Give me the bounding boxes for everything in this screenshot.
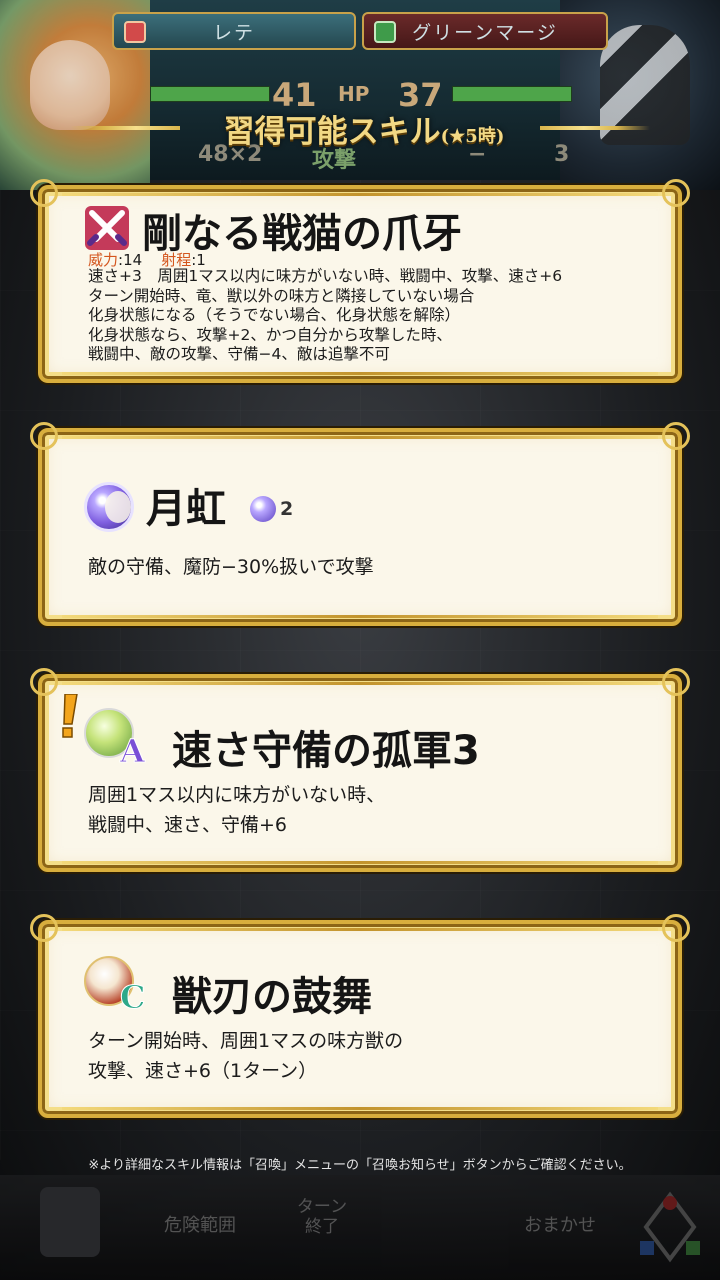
skills-banner: 習得可能スキル(★5時) [70, 104, 650, 154]
crossed-swords-icon [85, 206, 129, 250]
end-turn-line1: ターン [296, 1197, 348, 1217]
description-line: ターン開始時、竜、獣以外の味方と隣接していない場合 [88, 286, 475, 305]
banner-subtitle: (★5時) [440, 126, 505, 147]
card-ornament [62, 682, 658, 685]
weapon-skill-description: 速さ+3 周囲1マス以内に味方がいない時、戦闘中、攻撃、速さ+6 ターン開始時、… [88, 267, 562, 365]
card-ornament [62, 615, 658, 618]
description-line: 化身状態なら、攻撃+2、かつ自分から攻撃した時、 [88, 325, 452, 344]
special-skill-name: 月虹 [146, 486, 226, 532]
slot-c-badge: C [119, 978, 146, 1017]
right-unit-name-tab: グリーンマージ [362, 12, 608, 50]
description-line: 攻撃、速さ+6（1ターン） [88, 1060, 318, 1082]
description-line: 周囲1マス以内に味方がいない時、 [88, 784, 386, 806]
passive-c-skill-name: 獣刃の鼓舞 [172, 974, 372, 1020]
cooldown-icon [250, 496, 276, 522]
card-ornament [62, 436, 658, 439]
passive-a-skill-name: 速さ守備の孤軍3 [172, 728, 480, 774]
card-ornament [62, 861, 658, 864]
description-line: 戦闘中、速さ、守備+6 [88, 814, 288, 836]
left-hp-bar [150, 86, 270, 102]
card-ornament [62, 928, 658, 931]
banner-ornament-right [540, 126, 650, 130]
description-line: 化身状態になる（そうでない場合、化身状態を解除） [88, 306, 461, 324]
exclamation-icon [62, 694, 78, 738]
passive-c-description: ターン開始時、周囲1マスの味方獣の 攻撃、速さ+6（1ターン） [88, 1026, 403, 1086]
left-unit-name-tab: レテ [112, 12, 356, 50]
skill-card-special[interactable]: 月虹 2 敵の守備、魔防−30%扱いで攻撃 [30, 422, 690, 626]
slot-a-badge: A [120, 732, 146, 771]
swap-units-icon[interactable] [632, 1189, 708, 1265]
banner-ornament-left [70, 126, 180, 130]
tome-icon [374, 21, 396, 43]
right-hp-bar [452, 86, 572, 102]
skill-card-passive-c[interactable]: C 獣刃の鼓舞 ターン開始時、周囲1マスの味方獣の 攻撃、速さ+6（1ターン） [30, 914, 690, 1118]
moon-special-icon [84, 482, 134, 532]
end-turn-button[interactable]: ターン 終了 [282, 1197, 362, 1237]
description-line: 戦闘中、敵の攻撃、守備−4、敵は追撃不可 [88, 345, 390, 363]
weapon-type-icon [124, 21, 146, 43]
hp-label: HP [338, 82, 370, 106]
description-line: ターン開始時、周囲1マスの味方獣の [88, 1030, 404, 1052]
card-ornament [62, 372, 658, 375]
bottom-command-bar: 危険範囲 ターン 終了 おまかせ [0, 1175, 720, 1280]
end-turn-line2: 終了 [305, 1217, 339, 1237]
passive-a-description: 周囲1マス以内に味方がいない時、 戦闘中、速さ、守備+6 [88, 780, 385, 840]
cooldown-value: 2 [280, 498, 294, 520]
right-unit-name: グリーンマージ [412, 21, 558, 44]
left-unit-name: レテ [212, 21, 255, 44]
danger-zone-button[interactable]: 危険範囲 [150, 1211, 250, 1237]
description-line: 速さ+3 周囲1マス以内に味方がいない時、戦闘中、攻撃、速さ+6 [88, 267, 563, 285]
card-ornament [62, 193, 658, 196]
banner-title: 習得可能スキル(★5時) [174, 106, 554, 151]
skill-info-footnote: ※より詳細なスキル情報は「召喚」メニューの「召喚お知らせ」ボタンからご確認くださ… [88, 1158, 632, 1173]
description-line: 敵の守備、魔防−30%扱いで攻撃 [88, 556, 374, 578]
skill-card-passive-a[interactable]: A 速さ守備の孤軍3 周囲1マス以内に味方がいない時、 戦闘中、速さ、守備+6 [30, 668, 690, 872]
auto-battle-button[interactable]: おまかせ [500, 1211, 620, 1237]
banner-title-text: 習得可能スキル [223, 114, 441, 150]
skill-card-weapon[interactable]: 剛なる戦猫の爪牙 威力:14 射程:1 速さ+3 周囲1マス以内に味方がいない時… [30, 179, 690, 383]
special-skill-description: 敵の守備、魔防−30%扱いで攻撃 [88, 554, 374, 581]
card-ornament [62, 1107, 658, 1110]
menu-gear-button[interactable] [40, 1187, 100, 1257]
